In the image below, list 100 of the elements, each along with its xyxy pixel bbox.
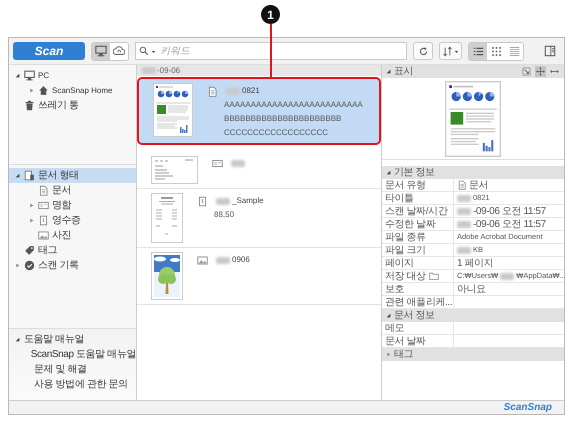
thumbnail-drawing [153,83,193,137]
collapsed-triangle-icon[interactable] [386,352,391,357]
info-label: 수정한 날짜 [385,218,436,232]
info-value: 문서 [469,178,488,192]
grid-view-icon [490,46,502,56]
pc-toggle[interactable] [92,42,110,60]
section-title: 기본 정보 [394,166,435,180]
item-text: AAAAAAAAAAAAAAAAAAAAAAAAAA [223,99,363,111]
callout-number: 1 [261,5,280,24]
document-item[interactable]: 0906 [137,248,381,305]
card-icon [212,158,223,169]
tree-item[interactable]: ScanSnap Home [9,83,136,98]
image-icon [197,254,208,266]
sort-icon [442,46,453,56]
document-item[interactable]: _Sample 88,50 [137,189,381,248]
receipt-icon [38,215,49,226]
info-value: -09-06 오전 11:57 [473,218,546,232]
tag-icon [24,245,35,256]
item-title: _Sample [232,195,264,207]
blurred-text [457,194,471,202]
info-label: 저장 대상 [385,270,426,284]
collapsed-triangle-icon[interactable] [28,218,34,223]
blurred-text [457,208,471,214]
width-icon [550,67,559,76]
thumbnail-drawing [151,193,183,243]
card-icon [38,200,49,211]
panel-title: 표시 [394,65,414,79]
tree-item[interactable]: 쓰레기 통 [9,98,136,113]
info-label: 파일 크기 [385,244,426,258]
refresh-button[interactable] [413,42,433,60]
document-item[interactable]: 0821 AAAAAAAAAAAAAAAAAAAAAAAAAA BBBBBBBBBBBBBBBBBBBBBB CCCCCCCCCCCCCCCCCC [137,77,381,145]
date-header: -09-06 [157,64,180,76]
item-title: 0906 [232,254,250,266]
preview-fit-button[interactable] [521,66,532,77]
tree-item[interactable]: 문제 및 해결 [9,362,136,377]
panel-icon [544,45,556,57]
document-icon [207,86,218,96]
expanded-triangle-icon[interactable] [14,337,20,342]
expanded-triangle-icon[interactable] [14,173,20,178]
list-view-button[interactable] [469,42,487,60]
blurred-text [457,246,471,254]
refresh-icon [418,46,428,56]
item-text: BBBBBBBBBBBBBBBBBBBBBB [223,113,342,125]
item-title: 0821 [242,85,260,97]
move-icon [536,67,545,76]
tree-item[interactable]: 문서 형태 [9,168,136,183]
folder-icon [428,271,439,281]
document-icon [38,185,49,196]
info-label: 파일 종류 [385,230,426,244]
tree-item[interactable]: 영수증 [9,213,136,228]
sort-button[interactable] [439,42,462,60]
blurred-text [216,198,230,204]
trash-icon [24,100,35,111]
info-value: -09-06 오전 11:57 [473,204,546,218]
blurred-text [142,67,156,74]
tree-item[interactable]: 스캔 기록 [9,258,136,273]
collapsed-triangle-icon[interactable] [14,263,20,268]
info-label: 문서 유형 [385,178,426,192]
blurred-text [216,256,230,264]
document-type-icon [24,170,35,181]
expanded-triangle-icon[interactable] [386,313,391,318]
check-circle-icon [24,260,35,271]
blurred-text [457,220,471,228]
blurred-text [231,160,245,167]
info-value: 아니요 [457,282,486,296]
item-text: CCCCCCCCCCCCCCCCCC [223,127,329,139]
tree-item[interactable]: 태그 [9,243,136,258]
tree-item[interactable]: 명함 [9,198,136,213]
house-icon [38,85,49,96]
tree-item[interactable]: PC [9,68,136,83]
tree-item[interactable]: ScanSnap 도움말 매뉴얼 [9,347,136,362]
logo-text: ScanSnap [504,401,552,415]
tree-item[interactable]: 문서 [9,183,136,198]
section-title: 문서 정보 [394,309,435,323]
item-text: 88,50 [213,209,236,221]
info-value: 1 페이지 [457,256,494,270]
preview-move-button[interactable] [535,66,546,77]
thumbnail-drawing [151,156,198,184]
fit-icon [522,67,531,76]
tree-item[interactable]: 도움말 매뉴얼 [9,332,136,347]
detail-view-icon [508,46,520,56]
monitor-icon [95,45,107,57]
monitor-icon [24,70,35,81]
info-label: 보호 [385,282,404,296]
cloud-icon [113,45,125,57]
expanded-triangle-icon[interactable] [14,73,20,78]
document-icon [457,180,467,190]
tree-item[interactable]: 사진 [9,228,136,243]
info-label: 메모 [385,322,404,336]
expanded-triangle-icon[interactable] [386,170,391,175]
scan-button[interactable]: Scan [13,42,85,60]
info-label: 관련 애플리케... [385,296,452,310]
info-label: 스캔 날짜/시간 [385,204,448,218]
info-label: 타이틀 [385,192,414,206]
expanded-triangle-icon[interactable] [386,69,391,74]
tree-item[interactable]: 사용 방법에 관한 문의 [9,377,136,392]
list-view-icon [472,46,484,56]
receipt-icon [197,196,208,206]
collapsed-triangle-icon[interactable] [28,203,34,208]
collapsed-triangle-icon[interactable] [28,88,34,93]
